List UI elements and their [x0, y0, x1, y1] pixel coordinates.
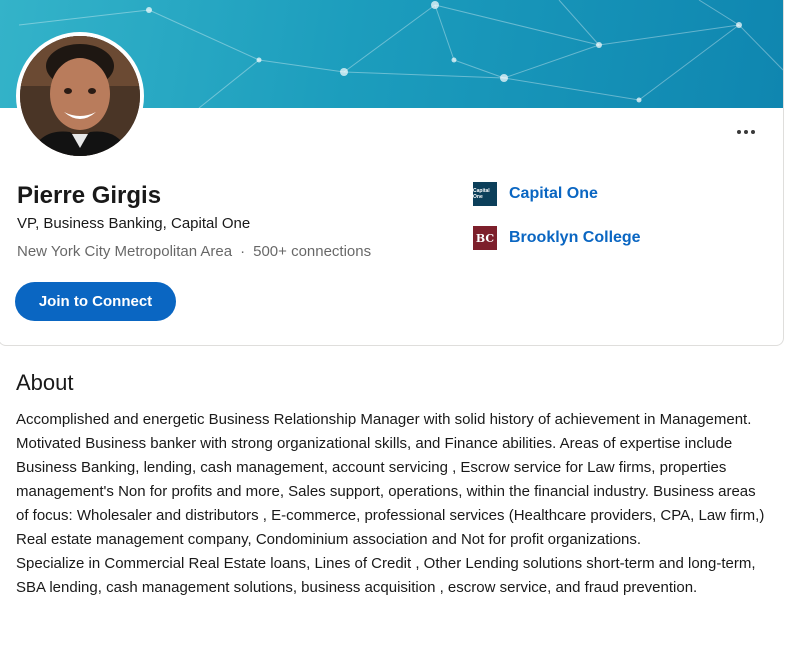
- school-name[interactable]: Brooklyn College: [509, 229, 641, 247]
- ellipsis-icon: [737, 130, 741, 134]
- capital-one-logo: Capital One: [473, 182, 497, 206]
- about-section: About Accomplished and energetic Busines…: [16, 370, 776, 600]
- join-to-connect-button[interactable]: Join to Connect: [15, 282, 176, 321]
- profile-headline: VP, Business Banking, Capital One: [17, 215, 251, 232]
- profile-meta: New York City Metropolitan Area · 500+ c…: [17, 243, 371, 260]
- brooklyn-college-logo: BC: [473, 226, 497, 250]
- profile-photo: [20, 36, 140, 156]
- company-name[interactable]: Capital One: [509, 185, 598, 203]
- profile-connections: 500+ connections: [253, 243, 372, 260]
- avatar[interactable]: [16, 32, 144, 160]
- meta-separator: ·: [240, 243, 246, 260]
- about-title: About: [16, 370, 74, 395]
- company-link[interactable]: Capital One Capital One: [473, 182, 598, 206]
- more-options-button[interactable]: [732, 124, 760, 140]
- profile-card: Pierre Girgis VP, Business Banking, Capi…: [0, 0, 784, 346]
- profile-name: Pierre Girgis: [17, 182, 162, 209]
- about-text: Accomplished and energetic Business Rela…: [16, 411, 765, 596]
- profile-location: New York City Metropolitan Area: [17, 243, 233, 260]
- school-link[interactable]: BC Brooklyn College: [473, 226, 641, 250]
